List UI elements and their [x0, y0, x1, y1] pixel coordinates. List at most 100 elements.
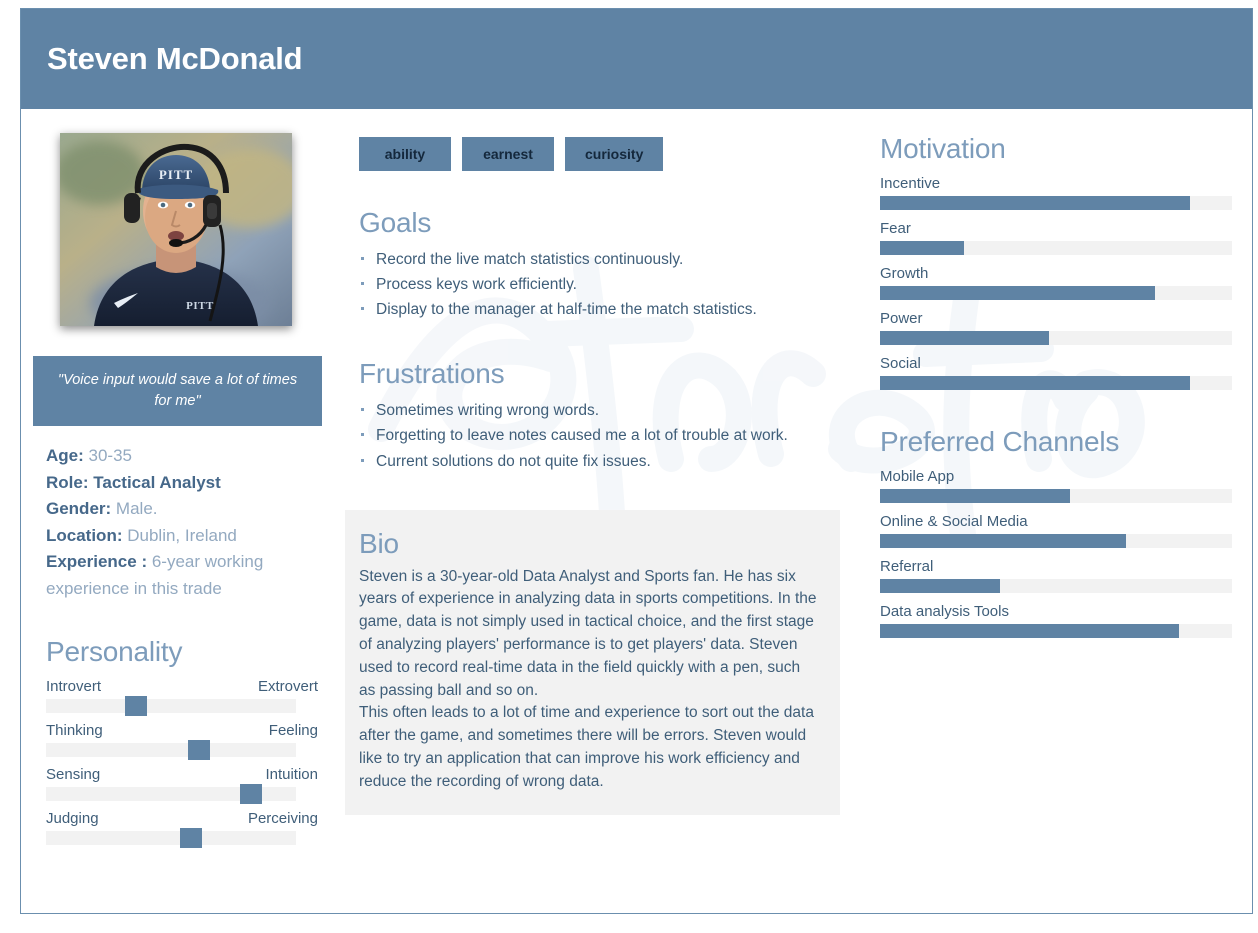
quote-text: "Voice input would save a lot of times f… — [57, 371, 298, 409]
bar-track[interactable] — [880, 241, 1232, 255]
bio-paragraph-2: This often leads to a lot of time and ex… — [359, 704, 814, 790]
bar-fill — [880, 489, 1071, 503]
bar-label: Incentive — [880, 175, 941, 192]
fact-role: Role: Tactical Analyst — [46, 470, 326, 497]
fact-location-value: Dublin, Ireland — [127, 525, 237, 545]
list-item: Sometimes writing wrong words. — [359, 398, 829, 423]
middle-column: ability earnest curiosity Goals Record the… — [333, 109, 858, 913]
goals-title: Goals — [359, 207, 432, 238]
motivation-section: Motivation Incentive Fear Growth Power Socia… — [880, 133, 1232, 390]
personality-title: Personality — [46, 636, 183, 668]
persona-quote: "Voice input would save a lot of times f… — [33, 356, 322, 426]
personality-label-left: Sensing — [46, 766, 101, 784]
fact-gender-value: Male. — [115, 499, 158, 519]
bar-row: Power — [880, 310, 1232, 345]
bar-row: Data analysis Tools — [880, 603, 1232, 638]
personality-label-right: Intuition — [265, 766, 318, 784]
trait-tag[interactable]: earnest — [462, 137, 554, 171]
personality-slider-thumb[interactable] — [240, 784, 262, 805]
personality-labels: Thinking Feeling — [46, 722, 318, 739]
frustrations-title: Frustrations — [359, 358, 505, 390]
motivation-title: Motivation — [880, 133, 1006, 164]
bio-paragraph-1: Steven is a 30-year-old Data Analyst and… — [359, 567, 817, 699]
personality-slider[interactable] — [46, 828, 296, 849]
fact-role-label: Role — [46, 472, 83, 492]
persona-body: PITT PITT "Voice input would save a lot … — [21, 109, 1252, 913]
channels-section: Preferred Channels Mobile App Online & So… — [880, 426, 1232, 638]
bar-row: Incentive — [880, 175, 1232, 210]
personality-row: Introvert Extrovert — [46, 678, 318, 717]
list-item: Current solutions do not quite fix issue… — [359, 449, 829, 474]
frustrations-section: Frustrations Sometimes writing wrong wor… — [359, 358, 829, 473]
bar-row: Social — [880, 355, 1232, 390]
bar-track[interactable] — [880, 331, 1232, 345]
svg-text:PITT: PITT — [186, 300, 214, 312]
personality-slider-thumb[interactable] — [125, 696, 147, 717]
bar-label: Referral — [880, 558, 934, 575]
bar-fill — [880, 196, 1190, 210]
bar-track[interactable] — [880, 624, 1232, 638]
bar-track[interactable] — [880, 286, 1232, 300]
fact-age-label: Age: — [46, 446, 84, 465]
bar-fill — [880, 331, 1049, 345]
avatar-photo: PITT PITT — [60, 133, 292, 326]
personality-slider-thumb[interactable] — [180, 828, 202, 849]
fact-role-colon: : — [82, 472, 89, 492]
channels-title: Preferred Channels — [880, 426, 1120, 457]
personality-section: Personality Introvert Extrovert Thinking Fe… — [46, 636, 318, 849]
personality-slider[interactable] — [46, 696, 296, 717]
bio-title: Bio — [359, 527, 399, 559]
personality-labels: Judging Perceiving — [46, 810, 318, 827]
bar-row: Mobile App — [880, 468, 1232, 503]
avatar: PITT PITT — [60, 133, 292, 326]
motivation-bars: Incentive Fear Growth Power Social — [880, 175, 1232, 390]
bar-track[interactable] — [880, 579, 1232, 593]
bar-track[interactable] — [880, 534, 1232, 548]
personality-slider-thumb[interactable] — [187, 740, 210, 761]
bar-fill — [880, 624, 1180, 638]
fact-experience: Experience : 6-year working experience i… — [46, 549, 326, 602]
trait-tag[interactable]: ability — [359, 137, 451, 171]
bar-row: Fear — [880, 220, 1232, 255]
personality-row: Judging Perceiving — [46, 810, 318, 849]
personality-slider[interactable] — [46, 784, 296, 805]
persona-header: Steven McDonald — [21, 9, 1252, 109]
bar-fill — [880, 376, 1190, 390]
bar-label: Growth — [880, 265, 929, 282]
fact-gender-label: Gender: — [46, 499, 112, 519]
goals-list: Record the live match statistics continu… — [359, 247, 829, 322]
bar-label: Social — [880, 355, 921, 372]
personality-row: Thinking Feeling — [46, 722, 318, 761]
bar-track[interactable] — [880, 489, 1232, 503]
list-item: Display to the manager at half-time the … — [359, 297, 829, 322]
bar-fill — [880, 579, 1000, 593]
fact-gender: Gender: Male. — [46, 496, 326, 523]
bar-fill — [880, 534, 1127, 548]
persona-card: Steven McDonald PITT PITT "Voice input w… — [20, 8, 1253, 914]
personality-rows: Introvert Extrovert Thinking Feeling Sensing… — [46, 678, 318, 849]
personality-labels: Introvert Extrovert — [46, 678, 318, 695]
personality-label-left: Introvert — [46, 678, 102, 696]
bar-row: Online & Social Media — [880, 513, 1232, 548]
goals-section: Goals Record the live match statistics c… — [359, 207, 829, 322]
list-item: Process keys work efficiently. — [359, 272, 829, 297]
fact-location-label: Location: — [46, 525, 123, 545]
personality-labels: Sensing Intuition — [46, 766, 318, 783]
persona-facts: Age: 30-35 Role: Tactical Analyst Gender… — [46, 443, 326, 602]
bar-fill — [880, 286, 1155, 300]
list-item: Forgetting to leave notes caused me a lo… — [359, 423, 829, 448]
frustrations-list: Sometimes writing wrong words. Forgetting… — [359, 398, 829, 473]
personality-label-right: Perceiving — [247, 810, 318, 828]
bar-row: Referral — [880, 558, 1232, 593]
personality-slider[interactable] — [46, 740, 296, 761]
personality-label-right: Extrovert — [257, 678, 318, 696]
personality-label-right: Feeling — [268, 722, 318, 740]
trait-tag[interactable]: curiosity — [565, 137, 664, 171]
bar-label: Power — [880, 310, 923, 327]
persona-page: Steven McDonald PITT PITT "Voice input w… — [0, 0, 1258, 933]
bar-track[interactable] — [880, 196, 1232, 210]
bar-label: Data analysis Tools — [880, 603, 1009, 620]
bar-track[interactable] — [880, 376, 1232, 390]
bar-fill — [880, 241, 965, 255]
personality-label-left: Thinking — [46, 722, 103, 740]
